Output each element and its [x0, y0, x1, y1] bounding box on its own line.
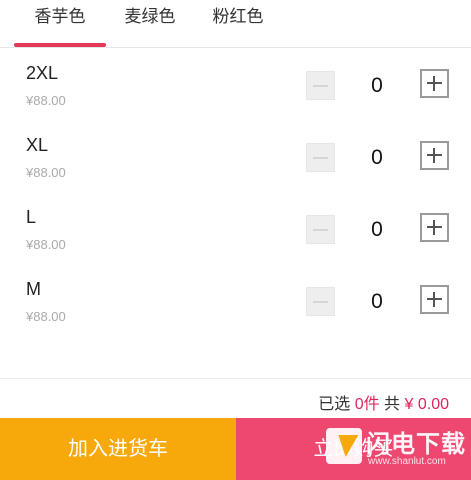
increment-button[interactable] — [420, 69, 449, 98]
total-amount: ¥ 0.00 — [404, 396, 449, 413]
decrement-button[interactable] — [306, 143, 335, 172]
tab-pink[interactable]: 粉红色 — [200, 0, 276, 48]
size-label: 2XL — [26, 63, 59, 83]
quantity-value: 0 — [371, 74, 383, 97]
size-list: 2XL ¥88.00 0 XL ¥88.00 0 L ¥88.00 0 M ¥8… — [0, 49, 471, 337]
size-label: M — [26, 279, 41, 299]
color-tabs: 香芋色 麦绿色 粉红色 — [0, 0, 471, 48]
selected-count: 0件 — [354, 396, 380, 413]
buy-now-button[interactable]: 立即购买 — [236, 418, 471, 480]
quantity-value: 0 — [371, 290, 383, 313]
total-label: 共 — [384, 396, 401, 413]
active-tab-indicator — [14, 43, 106, 47]
increment-button[interactable] — [420, 213, 449, 242]
size-label: XL — [26, 135, 49, 155]
add-to-cart-button[interactable]: 加入进货车 — [0, 418, 236, 480]
size-price: ¥88.00 — [26, 93, 66, 108]
increment-button[interactable] — [420, 285, 449, 314]
increment-button[interactable] — [420, 141, 449, 170]
size-label: L — [26, 207, 37, 227]
decrement-button[interactable] — [306, 287, 335, 316]
tab-wheat-green[interactable]: 麦绿色 — [112, 0, 188, 48]
size-price: ¥88.00 — [26, 237, 66, 252]
size-row: 2XL ¥88.00 0 — [0, 49, 471, 121]
size-price: ¥88.00 — [26, 309, 66, 324]
size-row: XL ¥88.00 0 — [0, 121, 471, 193]
size-row: L ¥88.00 0 — [0, 193, 471, 265]
size-row: M ¥88.00 0 — [0, 265, 471, 337]
quantity-value: 0 — [371, 218, 383, 241]
decrement-button[interactable] — [306, 215, 335, 244]
selected-label: 已选 — [318, 396, 351, 413]
quantity-value: 0 — [371, 146, 383, 169]
size-price: ¥88.00 — [26, 165, 66, 180]
tab-taro-purple[interactable]: 香芋色 — [14, 0, 106, 48]
decrement-button[interactable] — [306, 71, 335, 100]
order-summary: 已选 0件 共 ¥ 0.00 — [0, 378, 471, 418]
